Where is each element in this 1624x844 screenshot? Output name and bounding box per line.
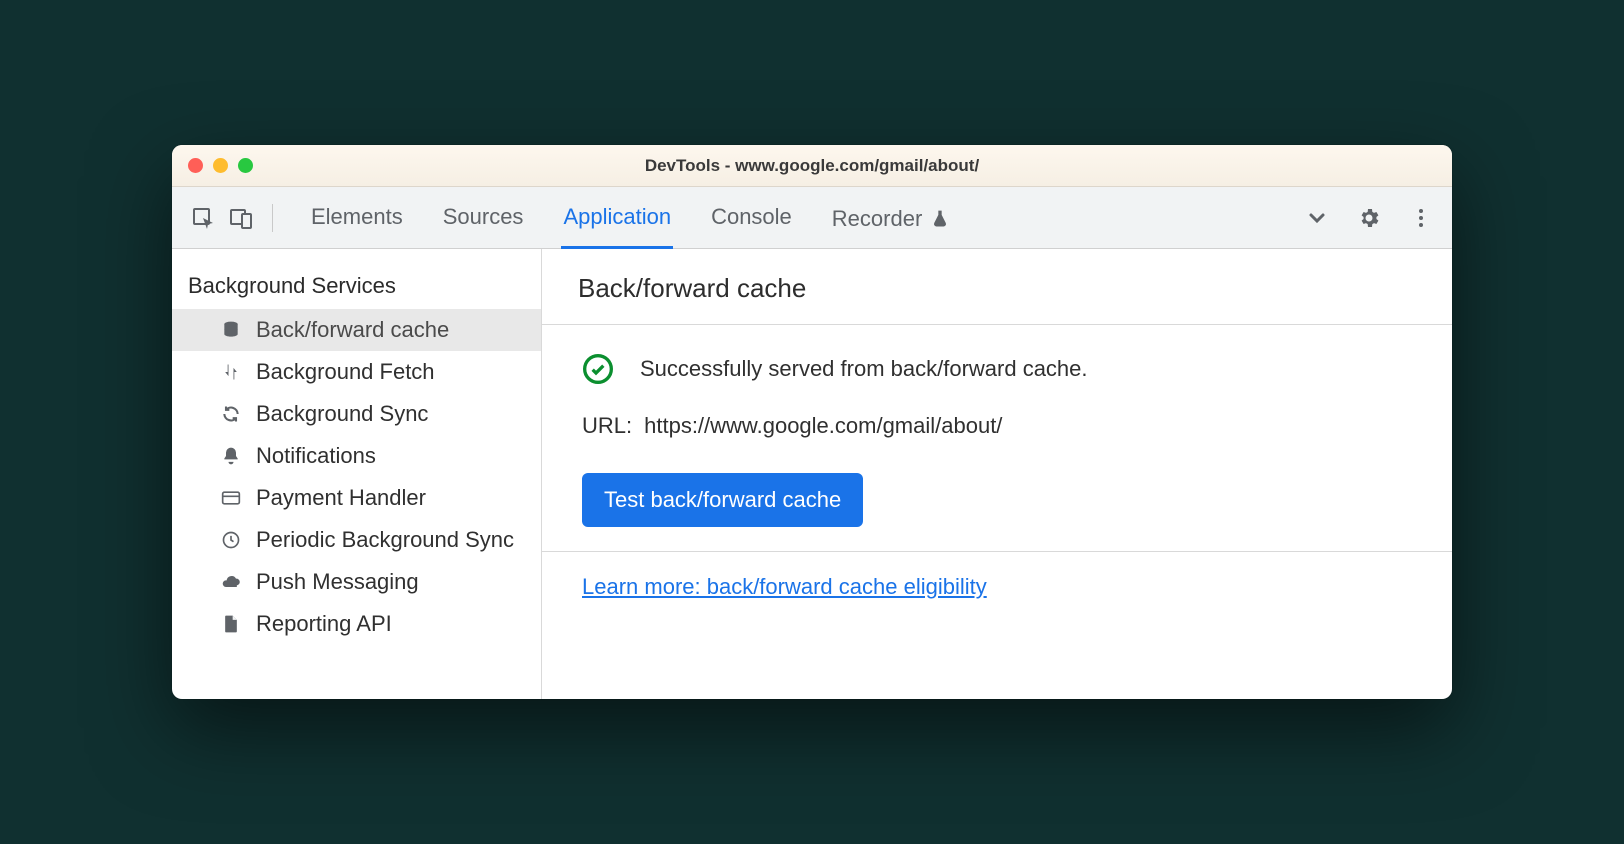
sidebar-item-label: Reporting API <box>256 611 392 637</box>
devtools-toolbar: Elements Sources Application Console Rec… <box>172 187 1452 249</box>
sidebar-item-label: Background Fetch <box>256 359 435 385</box>
toolbar-right <box>1302 203 1436 233</box>
toolbar-divider <box>272 204 273 232</box>
gear-icon[interactable] <box>1354 203 1384 233</box>
learn-more-link[interactable]: Learn more: back/forward cache eligibili… <box>582 574 987 599</box>
minimize-window-button[interactable] <box>213 158 228 173</box>
zoom-window-button[interactable] <box>238 158 253 173</box>
test-bfcache-button[interactable]: Test back/forward cache <box>582 473 863 527</box>
sidebar-item-label: Back/forward cache <box>256 317 449 343</box>
flask-icon <box>930 209 950 229</box>
sidebar-item-label: Periodic Background Sync <box>256 527 514 553</box>
tab-elements[interactable]: Elements <box>309 186 405 249</box>
titlebar: DevTools - www.google.com/gmail/about/ <box>172 145 1452 187</box>
sidebar: Background Services Back/forward cache B… <box>172 249 542 699</box>
url-value: https://www.google.com/gmail/about/ <box>644 413 1002 439</box>
fetch-icon <box>220 361 242 383</box>
sidebar-item-reporting[interactable]: Reporting API <box>172 603 541 645</box>
sidebar-item-label: Notifications <box>256 443 376 469</box>
clock-icon <box>220 529 242 551</box>
panel-tabs: Elements Sources Application Console Rec… <box>309 186 952 249</box>
main-panel: Back/forward cache Successfully served f… <box>542 249 1452 699</box>
sidebar-item-bg-fetch[interactable]: Background Fetch <box>172 351 541 393</box>
device-toolbar-icon[interactable] <box>226 203 256 233</box>
footer: Learn more: back/forward cache eligibili… <box>542 552 1452 622</box>
tab-recorder-label: Recorder <box>832 206 922 232</box>
database-icon <box>220 319 242 341</box>
status-text: Successfully served from back/forward ca… <box>640 356 1088 382</box>
sidebar-item-bfcache[interactable]: Back/forward cache <box>172 309 541 351</box>
sidebar-section-header: Background Services <box>172 261 541 309</box>
url-label: URL: <box>582 413 632 439</box>
window-controls <box>188 158 253 173</box>
sidebar-item-payment[interactable]: Payment Handler <box>172 477 541 519</box>
file-icon <box>220 613 242 635</box>
bell-icon <box>220 445 242 467</box>
status-row: Successfully served from back/forward ca… <box>582 353 1412 385</box>
cloud-icon <box>220 571 242 593</box>
sidebar-item-label: Background Sync <box>256 401 428 427</box>
tab-recorder[interactable]: Recorder <box>830 186 952 249</box>
sidebar-item-label: Payment Handler <box>256 485 426 511</box>
main-content: Successfully served from back/forward ca… <box>542 325 1452 552</box>
sidebar-item-notifications[interactable]: Notifications <box>172 435 541 477</box>
tab-console[interactable]: Console <box>709 186 794 249</box>
more-tabs-icon[interactable] <box>1302 203 1332 233</box>
close-window-button[interactable] <box>188 158 203 173</box>
sidebar-item-bg-sync[interactable]: Background Sync <box>172 393 541 435</box>
check-circle-icon <box>582 353 614 385</box>
main-heading: Back/forward cache <box>542 249 1452 325</box>
sidebar-item-label: Push Messaging <box>256 569 419 595</box>
url-row: URL: https://www.google.com/gmail/about/ <box>582 413 1412 439</box>
sync-icon <box>220 403 242 425</box>
kebab-menu-icon[interactable] <box>1406 203 1436 233</box>
panel-body: Background Services Back/forward cache B… <box>172 249 1452 699</box>
card-icon <box>220 487 242 509</box>
tab-sources[interactable]: Sources <box>441 186 526 249</box>
sidebar-item-periodic-sync[interactable]: Periodic Background Sync <box>172 519 541 561</box>
tab-application[interactable]: Application <box>561 186 673 249</box>
window-title: DevTools - www.google.com/gmail/about/ <box>172 156 1452 176</box>
devtools-window: DevTools - www.google.com/gmail/about/ E… <box>172 145 1452 699</box>
sidebar-item-push[interactable]: Push Messaging <box>172 561 541 603</box>
inspect-icon[interactable] <box>188 203 218 233</box>
